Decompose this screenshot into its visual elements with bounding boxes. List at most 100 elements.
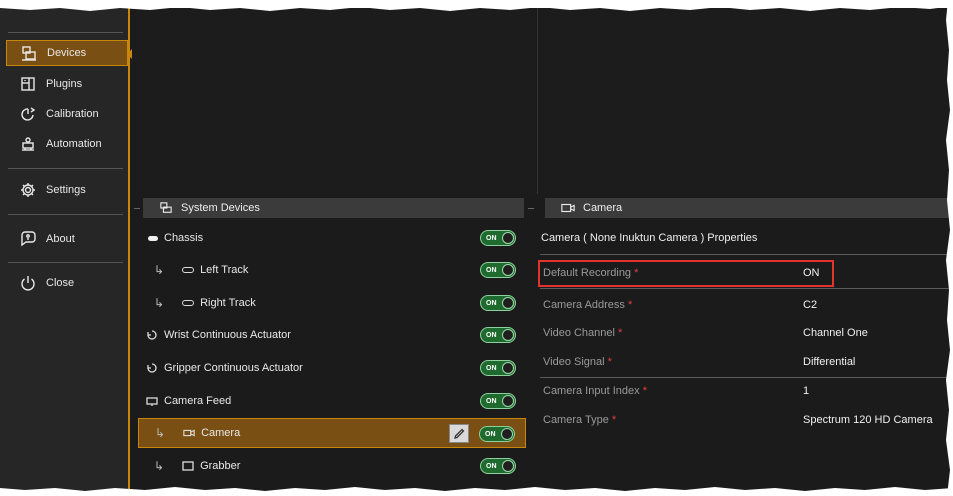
device-toggle[interactable]: ON — [480, 230, 516, 246]
grabber-icon — [182, 461, 194, 471]
actuator-icon — [147, 363, 157, 373]
device-toggle[interactable]: ON — [480, 360, 516, 376]
property-name-text: Video Channel — [543, 327, 615, 339]
toggle-label: ON — [486, 397, 497, 405]
toggle-knob — [502, 329, 514, 341]
header-divider — [134, 208, 140, 209]
property-name: Camera Type * — [543, 414, 616, 426]
devices-icon — [21, 45, 37, 61]
power-icon — [20, 275, 36, 291]
panel-title: Camera — [583, 202, 623, 214]
device-preview-pane — [132, 8, 536, 194]
sidebar: Devices Plugins Calibration Automation S… — [0, 8, 133, 492]
child-arrow-icon: ↳ — [155, 426, 166, 440]
toggle-label: ON — [486, 299, 497, 307]
sidebar-divider — [8, 32, 123, 33]
actuator-icon — [147, 330, 157, 340]
automation-icon — [20, 136, 36, 152]
toggle-knob — [502, 460, 514, 472]
sidebar-item-label: Calibration — [46, 108, 99, 120]
track-icon — [182, 267, 195, 273]
camera-icon — [183, 429, 195, 437]
device-row-grabber[interactable]: ↳ Grabber ON — [138, 451, 526, 481]
edit-button[interactable] — [449, 424, 469, 443]
property-name: Video Signal * — [543, 356, 612, 368]
required-mark: * — [628, 299, 633, 311]
toggle-label: ON — [485, 430, 496, 438]
device-row-camera-feed[interactable]: Camera Feed ON — [138, 386, 526, 416]
system-devices-header: System Devices — [143, 198, 524, 218]
toggle-knob — [502, 297, 514, 309]
sidebar-divider — [8, 262, 123, 263]
pencil-icon — [454, 428, 465, 439]
sidebar-item-label: Devices — [47, 47, 87, 59]
property-value[interactable]: Channel One — [803, 327, 868, 339]
property-row-camera-type[interactable]: Camera Type * Spectrum 120 HD Camera — [540, 407, 953, 433]
property-name-text: Camera Input Index — [543, 385, 640, 397]
device-toggle[interactable]: ON — [480, 262, 516, 278]
property-row-video-signal[interactable]: Video Signal * Differential — [540, 349, 953, 375]
property-row-video-channel[interactable]: Video Channel * Channel One — [540, 320, 953, 346]
device-label: Chassis — [164, 232, 204, 244]
device-label: Camera — [201, 427, 241, 439]
property-value[interactable]: C2 — [803, 299, 817, 311]
device-row-wrist-actuator[interactable]: Wrist Continuous Actuator ON — [138, 320, 526, 350]
toggle-label: ON — [486, 266, 497, 274]
camera-preview-pane — [537, 8, 953, 194]
header-divider — [528, 208, 534, 209]
property-value[interactable]: Differential — [803, 356, 855, 368]
device-label: Left Track — [200, 264, 249, 276]
toggle-label: ON — [486, 364, 497, 372]
torn-edge-top — [0, 0, 953, 11]
toggle-knob — [502, 232, 514, 244]
device-label: Right Track — [200, 297, 256, 309]
toggle-knob — [502, 395, 514, 407]
calibration-icon — [20, 106, 36, 122]
toggle-knob — [502, 362, 514, 374]
sidebar-item-calibration[interactable]: Calibration — [6, 101, 128, 127]
device-row-left-track[interactable]: ↳ Left Track ON — [138, 255, 526, 285]
property-row-camera-address[interactable]: Camera Address * C2 — [540, 292, 953, 318]
toggle-label: ON — [486, 462, 497, 470]
device-toggle[interactable]: ON — [480, 327, 516, 343]
device-row-chassis[interactable]: Chassis ON — [138, 223, 526, 253]
camera-feed-icon — [146, 397, 158, 406]
sidebar-item-about[interactable]: About — [6, 226, 128, 252]
required-mark: * — [618, 327, 623, 339]
property-name: Video Channel * — [543, 327, 622, 339]
property-value[interactable]: 1 — [803, 385, 809, 397]
sidebar-item-devices[interactable]: Devices — [6, 40, 133, 66]
property-name: Camera Input Index * — [543, 385, 647, 397]
child-arrow-icon: ↳ — [154, 459, 165, 473]
sidebar-item-label: Plugins — [46, 78, 83, 90]
sidebar-item-plugins[interactable]: Plugins — [6, 71, 128, 97]
device-toggle[interactable]: ON — [480, 458, 516, 474]
sidebar-item-label: Close — [46, 277, 75, 289]
device-toggle[interactable]: ON — [480, 393, 516, 409]
child-arrow-icon: ↳ — [154, 263, 165, 277]
device-toggle[interactable]: ON — [480, 295, 516, 311]
property-row-camera-input-index[interactable]: Camera Input Index * 1 — [540, 378, 953, 404]
device-label: Wrist Continuous Actuator — [164, 329, 291, 341]
sidebar-divider — [8, 214, 123, 215]
camera-icon — [561, 203, 575, 213]
property-value[interactable]: Spectrum 120 HD Camera — [803, 414, 933, 426]
sidebar-item-close[interactable]: Close — [6, 270, 128, 296]
property-name-text: Camera Address — [543, 299, 625, 311]
property-name: Camera Address * — [543, 299, 632, 311]
required-mark: * — [611, 414, 617, 426]
sidebar-item-label: Settings — [46, 184, 86, 196]
sidebar-item-settings[interactable]: Settings — [6, 177, 128, 203]
toggle-knob — [502, 264, 514, 276]
track-icon — [182, 300, 195, 306]
device-toggle[interactable]: ON — [479, 426, 515, 442]
device-row-gripper-actuator[interactable]: Gripper Continuous Actuator ON — [138, 353, 526, 383]
device-row-right-track[interactable]: ↳ Right Track ON — [138, 288, 526, 318]
device-row-camera[interactable]: ↳ Camera ON — [138, 418, 526, 448]
sidebar-item-automation[interactable]: Automation — [6, 131, 128, 157]
property-name-text: Video Signal — [543, 356, 605, 368]
sidebar-item-label: Automation — [46, 138, 102, 150]
device-label: Gripper Continuous Actuator — [164, 362, 303, 374]
highlight-box — [538, 260, 834, 287]
about-icon — [20, 231, 36, 247]
